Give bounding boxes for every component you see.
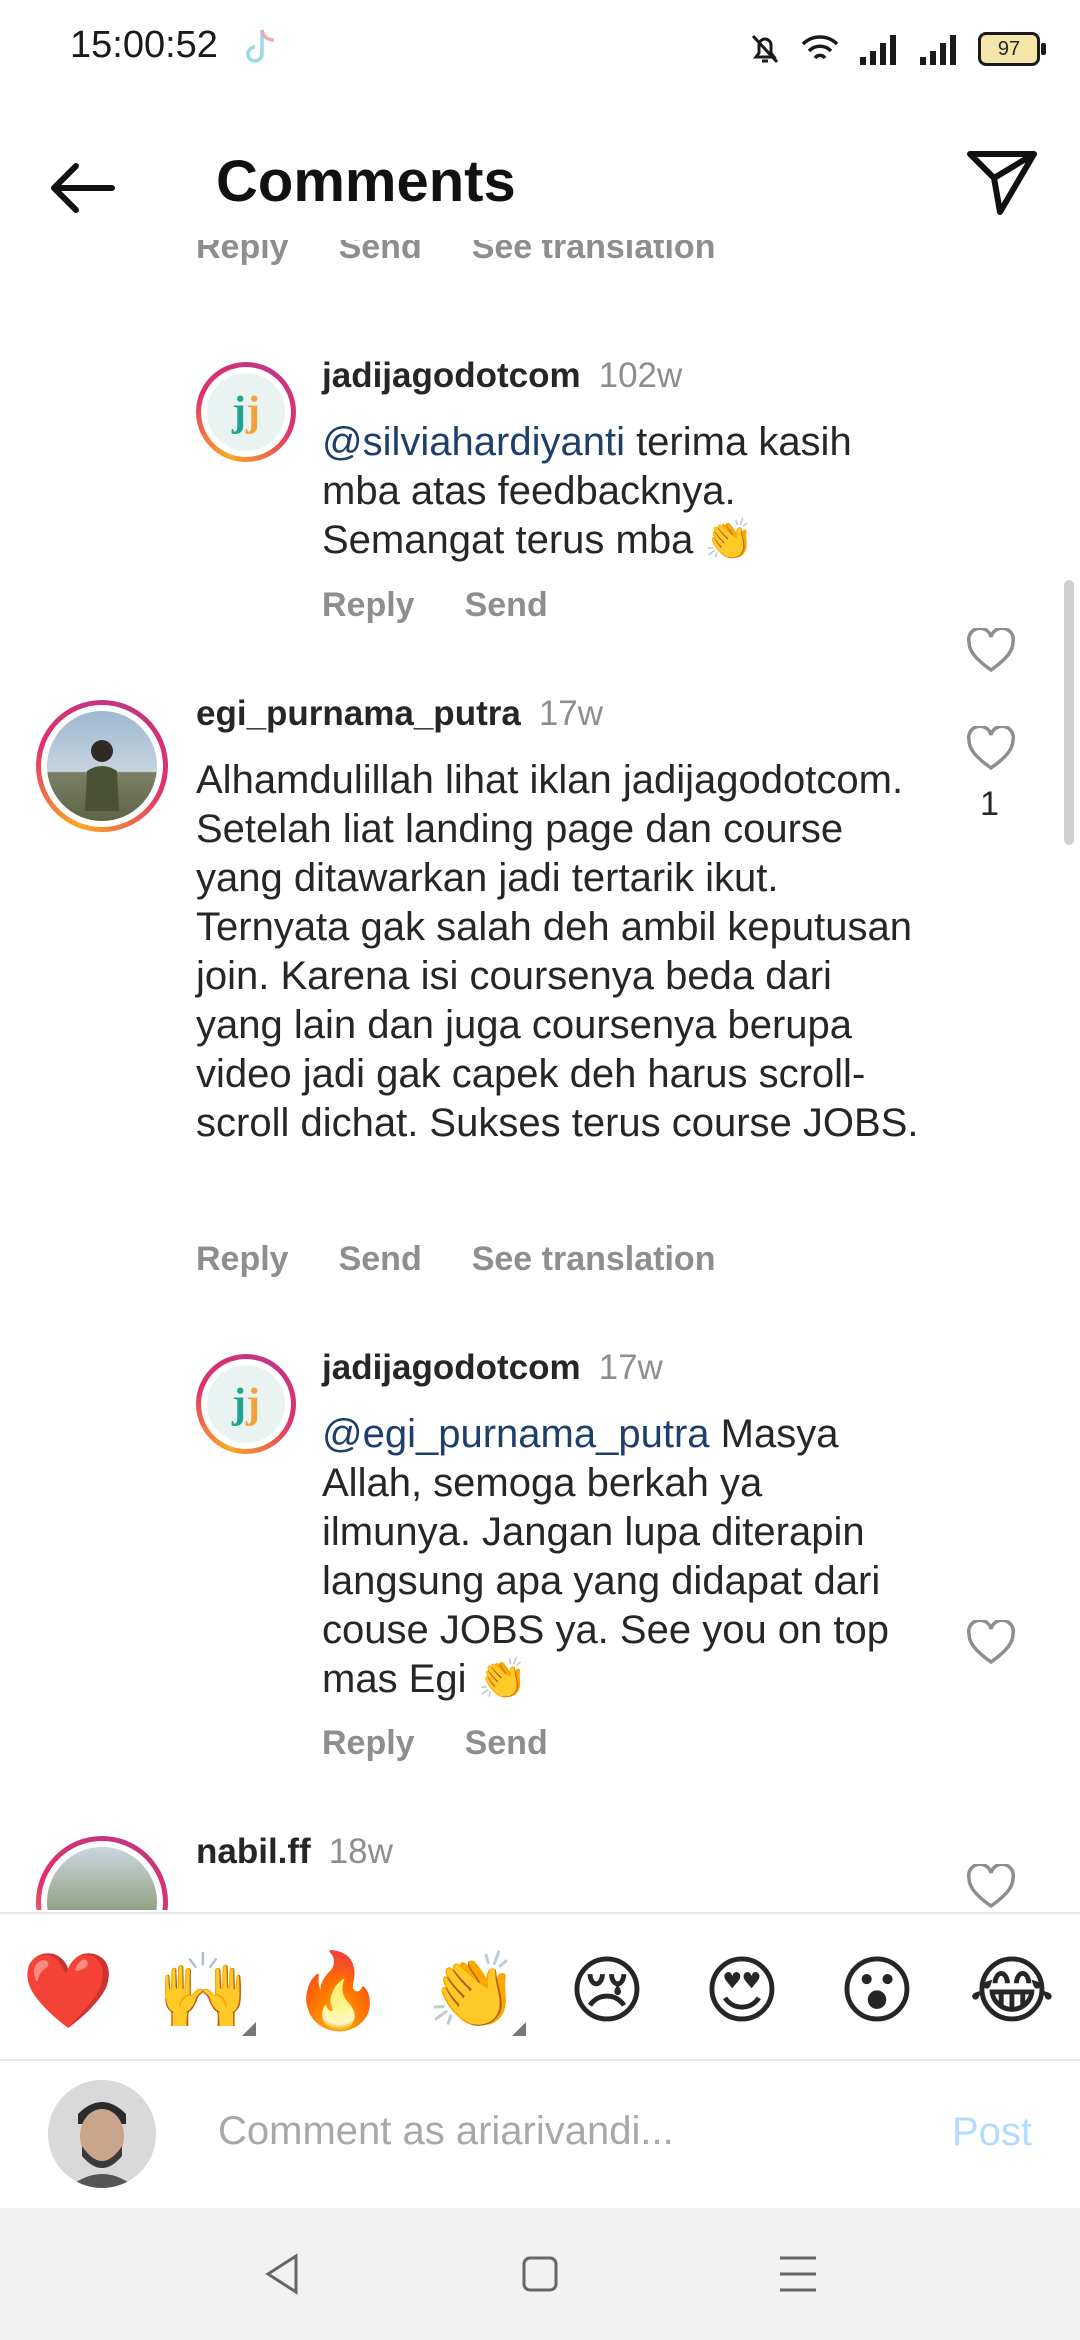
battery-indicator: 97 (978, 32, 1046, 66)
nav-home-icon[interactable] (516, 2250, 564, 2298)
partial-comment-actions: Reply Send See translation (196, 240, 715, 267)
comment-username[interactable]: nabil.ff (196, 1832, 311, 1871)
emoji-clapping[interactable]: 👏 (427, 1946, 519, 2036)
comment-header: nabil.ff 18w (196, 1832, 393, 1872)
header: Comments (0, 130, 1080, 240)
skin-tone-indicator (242, 2022, 256, 2036)
comment-text: Alhamdulillah lihat iklan jadijagodotcom… (196, 758, 919, 1145)
comment-username[interactable]: jadijagodotcom (322, 1348, 581, 1387)
status-bar: 15:00:52 97 (0, 0, 1080, 100)
comment-age: 102w (598, 356, 683, 395)
send-button[interactable]: Send (465, 1724, 548, 1763)
mute-bell-icon (751, 34, 779, 64)
send-share-icon[interactable] (964, 144, 1040, 220)
comment-age: 17w (598, 1348, 663, 1387)
reply-button[interactable]: Reply (322, 586, 415, 625)
reply-button[interactable]: Reply (196, 1240, 289, 1279)
heart-like-icon[interactable] (966, 1620, 1016, 1666)
comment-composer: Post (0, 2058, 1080, 2208)
comment-header: egi_purnama_putra 17w (196, 694, 603, 734)
status-time: 15:00:52 (70, 24, 218, 66)
comments-list[interactable]: Reply Send See translation jj jadijagodo… (0, 240, 1080, 1910)
emoji-reaction-bar: ❤️ 🙌 🔥 👏 😢 😍 😮 😂 (0, 1912, 1080, 2061)
see-translation-button[interactable]: See translation (472, 240, 716, 267)
reply-button[interactable]: Reply (196, 240, 289, 267)
avatar[interactable] (36, 700, 168, 832)
avatar (48, 2080, 156, 2188)
wifi-icon (801, 35, 839, 60)
comment-username[interactable]: jadijagodotcom (322, 356, 581, 395)
emoji-raised-hands[interactable]: 🙌 (157, 1946, 249, 2036)
nav-menu-icon[interactable] (774, 2250, 822, 2298)
like-count: 1 (980, 785, 999, 823)
emoji-heart-eyes[interactable]: 😍 (697, 1946, 787, 2036)
post-button[interactable]: Post (952, 2110, 1032, 2155)
comment-age: 18w (328, 1832, 393, 1871)
see-translation-button[interactable]: See translation (472, 1240, 716, 1279)
reply-button[interactable]: Reply (322, 1724, 415, 1763)
heart-like-icon[interactable] (966, 628, 1016, 674)
mention-link[interactable]: @silviahardiyanti (322, 420, 625, 464)
send-button[interactable]: Send (465, 586, 548, 625)
emoji-heart[interactable]: ❤️ (22, 1946, 114, 2036)
heart-like-icon[interactable] (966, 726, 1016, 772)
comment-text: @silviahardiyanti terima kasih mba atas … (322, 420, 852, 562)
emoji-laughing[interactable]: 😂 (967, 1946, 1057, 2036)
back-arrow-icon[interactable] (46, 152, 118, 224)
skin-tone-indicator (512, 2022, 526, 2036)
signal-icon (860, 35, 896, 65)
send-button[interactable]: Send (339, 240, 422, 267)
comment-input[interactable] (216, 2098, 920, 2164)
emoji-fire[interactable]: 🔥 (292, 1946, 384, 2036)
emoji-surprised[interactable]: 😮 (832, 1946, 922, 2036)
comment-age: 17w (538, 694, 604, 733)
nav-back-icon[interactable] (258, 2250, 306, 2298)
heart-like-icon[interactable] (966, 1864, 1016, 1910)
scrollbar[interactable] (1064, 580, 1074, 845)
avatar[interactable]: jj (196, 1354, 296, 1454)
comment-header: jadijagodotcom 102w (322, 356, 682, 396)
system-nav-bar (0, 2208, 1080, 2340)
mention-link[interactable]: @egi_purnama_putra (322, 1412, 710, 1456)
comment-actions: Reply Send See translation (196, 1240, 715, 1279)
tiktok-icon (246, 29, 275, 63)
emoji-crying[interactable]: 😢 (562, 1946, 652, 2036)
avatar[interactable] (36, 1836, 168, 1910)
comment-text: @egi_purnama_putra Masya Allah, semoga b… (322, 1412, 890, 1701)
comment-actions: Reply Send (322, 586, 548, 625)
avatar[interactable]: jj (196, 362, 296, 462)
send-button[interactable]: Send (339, 1240, 422, 1279)
page-title: Comments (216, 149, 516, 214)
comment-actions: Reply Send (322, 1724, 548, 1763)
comment-header: jadijagodotcom 17w (322, 1348, 663, 1388)
status-icons: 97 (748, 28, 1046, 70)
signal-icon-2 (920, 35, 956, 65)
comment-username[interactable]: egi_purnama_putra (196, 694, 521, 733)
